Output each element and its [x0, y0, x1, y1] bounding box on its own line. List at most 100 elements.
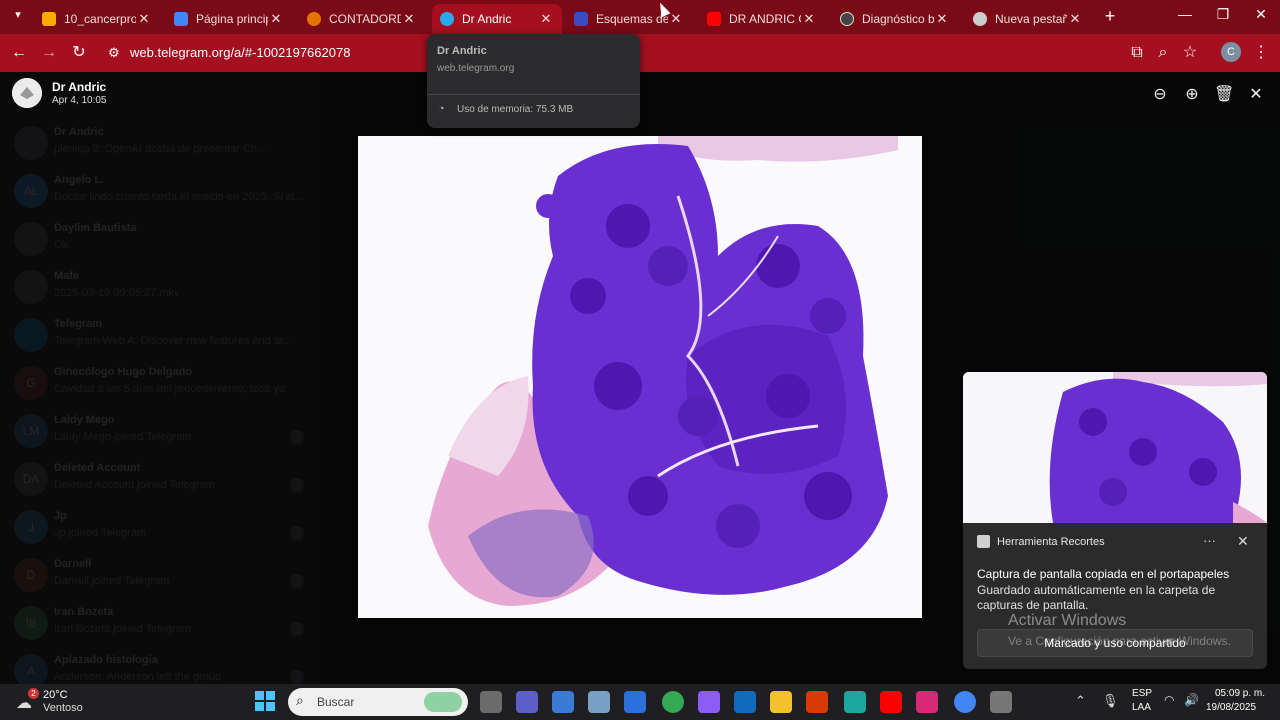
hovercard-title: Dr Andric — [437, 45, 487, 57]
store-icon[interactable] — [624, 691, 646, 713]
taskbar-search[interactable]: ⌕ Buscar — [288, 688, 468, 716]
profile-avatar[interactable]: C — [1221, 42, 1241, 62]
close-tab-icon[interactable]: ✕ — [801, 11, 817, 27]
chrome-icon — [973, 12, 987, 26]
close-viewer-icon[interactable]: ✕ — [1246, 84, 1266, 104]
microphone-icon[interactable]: 🎙 — [1102, 693, 1119, 709]
teams-icon[interactable] — [516, 691, 538, 713]
language-indicator[interactable]: ESP — [1132, 688, 1152, 699]
drive-icon — [174, 12, 188, 26]
close-tab-icon[interactable]: ✕ — [538, 11, 554, 27]
gear-app-icon[interactable] — [588, 691, 610, 713]
search-highlight-icon — [424, 692, 462, 712]
snipping-tool-icon — [977, 535, 990, 548]
globe-icon — [840, 12, 854, 26]
close-tab-icon[interactable]: ✕ — [401, 11, 417, 27]
activate-windows-title: Activar Windows — [1008, 612, 1127, 629]
menu-kebab-icon[interactable]: ⋮ — [1250, 42, 1272, 64]
restore-button[interactable]: ❐ — [1208, 6, 1238, 28]
office-icon[interactable] — [806, 691, 828, 713]
tab-diagnostico[interactable]: Diagnóstico biop ✕ — [832, 4, 958, 34]
weather-badge: 2 — [28, 688, 39, 699]
back-button[interactable]: ← — [8, 42, 30, 64]
url-text: web.telegram.org/a/#-1002197662078 — [130, 45, 351, 60]
notification-title: Captura de pantalla copiada en el portap… — [977, 567, 1230, 581]
zoom-in-icon[interactable]: ⊕ — [1182, 84, 1202, 104]
close-tab-icon[interactable]: ✕ — [1067, 11, 1083, 27]
tab-strip: ▾ 10_cancerprostata ✕ Página principal ✕… — [0, 0, 1280, 34]
outlook-icon[interactable] — [734, 691, 756, 713]
tab-contadordata[interactable]: CONTADORDATA ✕ — [299, 4, 425, 34]
chrome-icon[interactable] — [662, 691, 684, 713]
zoom-icon[interactable]: ⌕ — [1152, 42, 1174, 64]
chrome-active-icon[interactable] — [954, 691, 976, 713]
hovercard-divider — [427, 94, 640, 95]
search-icon: ⌕ — [296, 692, 304, 708]
infinity-icon — [307, 12, 321, 26]
wifi-icon[interactable]: ◠ — [1164, 693, 1174, 707]
taskbar: ☁ 2 20°C Ventoso ⌕ Buscar ⌃ 🎙 ESP LAA ◠ … — [0, 684, 1280, 720]
tab-esquemas[interactable]: Esquemas de pa ✕ — [566, 4, 692, 34]
taskview-icon[interactable] — [480, 691, 502, 713]
close-tab-icon[interactable]: ✕ — [668, 11, 684, 27]
tab-title: DR ANDRIC GUI — [729, 12, 801, 26]
toolbar: ← → ↻ ⚙ web.telegram.org/a/#-10021976620… — [0, 34, 1280, 72]
tab-hover-card: Dr Andric web.telegram.org ◔ Uso de memo… — [427, 34, 640, 128]
tab-cancerprostata[interactable]: 10_cancerprostata ✕ — [34, 4, 160, 34]
keyboard-layout-indicator[interactable]: LAA — [1132, 702, 1151, 713]
copilot-icon[interactable] — [698, 691, 720, 713]
youtube-icon[interactable] — [880, 691, 902, 713]
site-info-icon[interactable]: ⚙ — [108, 45, 120, 61]
notification-body: Guardado automáticamente en la carpeta d… — [977, 583, 1216, 612]
tab-title: Dr Andric — [462, 12, 512, 26]
message-date: Apr 4, 10:05 — [52, 95, 107, 106]
clock-date[interactable]: 19/08/2025 — [1206, 702, 1256, 713]
files-icon[interactable] — [770, 691, 792, 713]
install-app-icon[interactable]: ⧉ — [1126, 42, 1148, 64]
telegram-icon — [440, 12, 454, 26]
tab-nueva-pestana[interactable]: Nueva pestaña ✕ — [965, 4, 1091, 34]
search-placeholder: Buscar — [317, 695, 355, 709]
memory-icon: ◔ — [438, 103, 445, 115]
close-tab-icon[interactable]: ✕ — [934, 11, 950, 27]
close-tab-icon[interactable]: ✕ — [268, 11, 284, 27]
close-tab-icon[interactable]: ✕ — [136, 11, 152, 27]
reload-button[interactable]: ↻ — [68, 42, 90, 64]
zoom-out-icon[interactable]: ⊖ — [1150, 84, 1170, 104]
tab-dr-andric-gui[interactable]: DR ANDRIC GUI ✕ — [699, 4, 825, 34]
tab-title: Diagnóstico biop — [862, 12, 934, 26]
youtube-icon — [707, 12, 721, 26]
clock-time[interactable]: 05:09 p. m. — [1215, 688, 1265, 699]
notification-thumbnail[interactable] — [963, 372, 1267, 523]
hovercard-memory: Uso de memoria: 75.3 MB — [457, 104, 574, 115]
microsoft-icon — [574, 12, 588, 26]
close-window-button[interactable]: ✕ — [1246, 6, 1276, 28]
tab-dr-andric[interactable]: Dr Andric ✕ — [432, 4, 562, 34]
drive-icon — [42, 12, 56, 26]
tab-pagina-principal[interactable]: Página principal ✕ — [166, 4, 292, 34]
volume-icon[interactable]: 🔊 — [1184, 693, 1199, 707]
tab-search-icon[interactable]: ▾ — [8, 8, 28, 26]
minimize-button[interactable]: — — [1170, 6, 1200, 28]
tab-title: Página principal — [196, 12, 268, 26]
show-hidden-icons-icon[interactable]: ⌃ — [1075, 693, 1086, 709]
delete-icon[interactable]: 🗑 — [1214, 84, 1234, 104]
sender-avatar — [12, 78, 42, 108]
new-tab-button[interactable]: + — [1100, 6, 1120, 28]
chrome-alt-icon[interactable] — [990, 691, 1012, 713]
close-icon[interactable]: ✕ — [1237, 533, 1249, 550]
histology-image[interactable] — [358, 136, 922, 618]
edge-icon[interactable] — [844, 691, 866, 713]
start-button[interactable] — [254, 690, 276, 712]
instagram-icon[interactable] — [916, 691, 938, 713]
hovercard-url: web.telegram.org — [437, 63, 515, 74]
tab-title: CONTADORDATA — [329, 12, 401, 26]
bookmark-star-icon[interactable]: ☆ — [1179, 42, 1201, 64]
sender-name: Dr Andric — [52, 80, 107, 94]
monitor-icon[interactable] — [552, 691, 574, 713]
more-options-icon[interactable]: ··· — [1203, 533, 1216, 548]
notification-app-name: Herramienta Recortes — [997, 536, 1105, 548]
forward-button[interactable]: → — [38, 42, 60, 64]
weather-description[interactable]: Ventoso — [43, 702, 83, 714]
weather-temperature[interactable]: 20°C — [43, 689, 68, 701]
